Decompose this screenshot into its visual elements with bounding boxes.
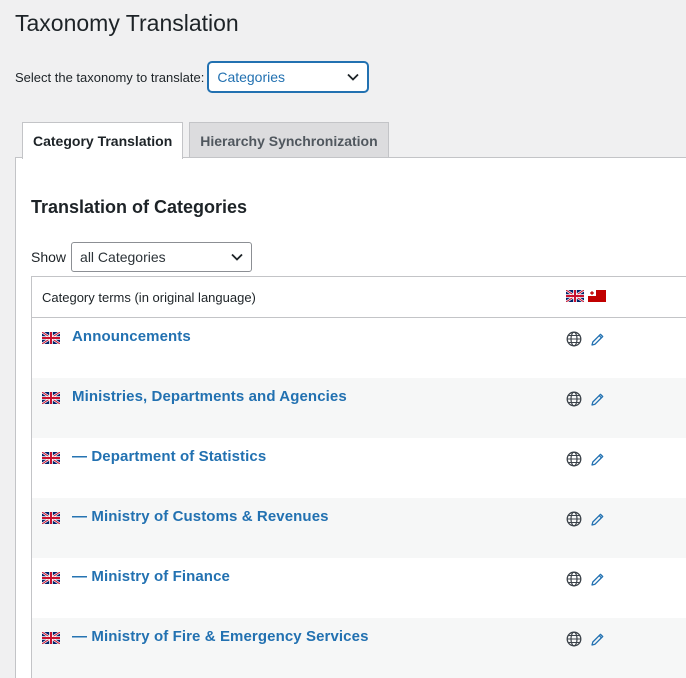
globe-icon[interactable] [566, 571, 582, 587]
uk-flag-icon [42, 572, 60, 584]
table-row: — Ministry of Customs & Revenues [32, 498, 686, 558]
page-title: Taxonomy Translation [15, 10, 239, 36]
table-row: Announcements [32, 318, 686, 378]
category-term-link[interactable]: — Ministry of Finance [72, 568, 230, 585]
taxonomy-select[interactable]: Categories [208, 62, 369, 92]
globe-icon[interactable] [566, 331, 582, 347]
language-flags [566, 290, 606, 302]
show-filter-select[interactable]: all Categories [71, 242, 253, 272]
show-filter-row: Show all Categories [31, 242, 253, 272]
tonga-flag-icon [588, 290, 606, 302]
category-term-link[interactable]: — Ministry of Customs & Revenues [72, 508, 329, 525]
row-actions [566, 571, 605, 587]
table-row: Ministries, Departments and Agencies [32, 378, 686, 438]
category-table: Category terms (in original language) An… [31, 276, 686, 678]
row-actions [566, 331, 605, 347]
uk-flag-icon [42, 452, 60, 464]
uk-flag-icon [42, 332, 60, 344]
row-actions [566, 511, 605, 527]
globe-icon[interactable] [566, 631, 582, 647]
pencil-icon[interactable] [590, 632, 605, 647]
uk-flag-icon [42, 392, 60, 404]
pencil-icon[interactable] [590, 452, 605, 467]
category-term-link[interactable]: — Department of Statistics [72, 448, 266, 465]
table-row: — Ministry of Fire & Emergency Services [32, 618, 686, 678]
globe-icon[interactable] [566, 451, 582, 467]
section-title: Translation of Categories [31, 197, 248, 217]
show-label: Show [31, 249, 67, 265]
tab-bar: Category Translation Hierarchy Synchroni… [22, 122, 395, 159]
uk-flag-icon [566, 290, 584, 302]
category-term-link[interactable]: Announcements [72, 328, 191, 345]
uk-flag-icon [42, 512, 60, 524]
pencil-icon[interactable] [590, 332, 605, 347]
pencil-icon[interactable] [590, 512, 605, 527]
chevron-down-icon [347, 73, 359, 81]
tab-category-translation[interactable]: Category Translation [22, 122, 184, 159]
taxonomy-selector-row: Select the taxonomy to translate: Catego… [15, 62, 369, 92]
category-term-link[interactable]: Ministries, Departments and Agencies [72, 388, 347, 405]
globe-icon[interactable] [566, 391, 582, 407]
pencil-icon[interactable] [590, 572, 605, 587]
tab-hierarchy-synchronization[interactable]: Hierarchy Synchronization [189, 122, 389, 158]
taxonomy-select-value: Categories [217, 69, 286, 85]
row-actions [566, 451, 605, 467]
pencil-icon[interactable] [590, 392, 605, 407]
show-filter-value: all Categories [80, 249, 166, 265]
table-header: Category terms (in original language) [32, 277, 686, 318]
row-actions [566, 631, 605, 647]
column-header-terms: Category terms (in original language) [42, 290, 256, 305]
taxonomy-select-label: Select the taxonomy to translate: [15, 69, 205, 85]
table-row: — Department of Statistics [32, 438, 686, 498]
table-row: — Ministry of Finance [32, 558, 686, 618]
chevron-down-icon [231, 253, 243, 261]
category-term-link[interactable]: — Ministry of Fire & Emergency Services [72, 628, 369, 645]
globe-icon[interactable] [566, 511, 582, 527]
row-actions [566, 391, 605, 407]
uk-flag-icon [42, 632, 60, 644]
